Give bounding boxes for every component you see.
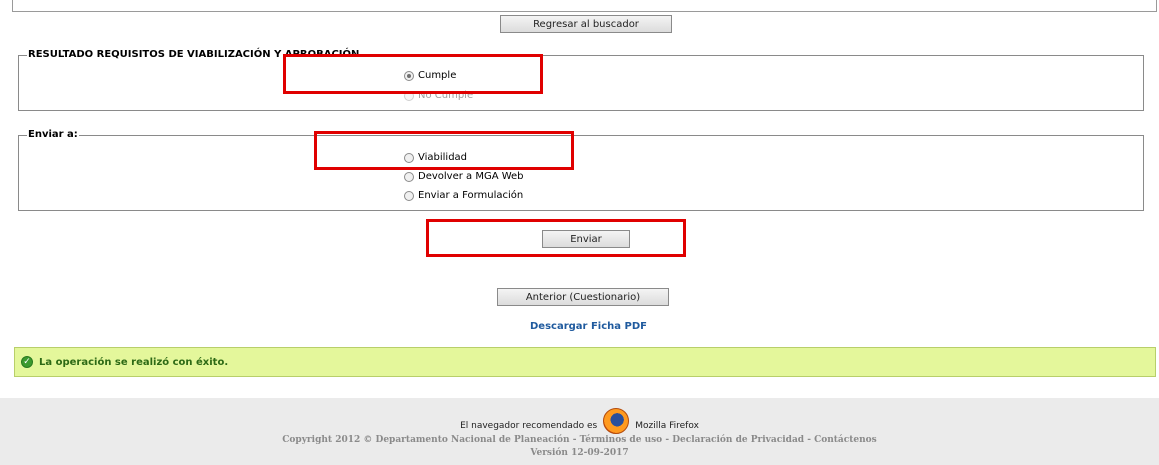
radio-option-enviar-formulacion[interactable]: Enviar a Formulación <box>404 190 523 201</box>
radio-label: Viabilidad <box>418 152 468 163</box>
browser-text: El navegador recomendado es <box>460 421 598 431</box>
previous-questionnaire-button[interactable]: Anterior (Cuestionario) <box>497 288 669 306</box>
radio-option-cumple[interactable]: Cumple <box>404 70 456 81</box>
browser-recommendation: El navegador recomendado es Mozilla Fire… <box>0 408 1159 434</box>
back-to-search-button[interactable]: Regresar al buscador <box>500 15 672 33</box>
radio-icon[interactable] <box>404 190 414 201</box>
radio-icon[interactable] <box>404 171 414 182</box>
radio-option-no-cumple: No Cumple <box>404 90 473 101</box>
success-banner: ✓ La operación se realizó con éxito. <box>14 347 1156 377</box>
success-message: La operación se realizó con éxito. <box>39 356 229 368</box>
top-panel-edge <box>12 0 1157 12</box>
radio-option-devolver-mga[interactable]: Devolver a MGA Web <box>404 171 524 182</box>
radio-label: No Cumple <box>418 90 474 101</box>
result-requirements-fieldset: RESULTADO REQUISITOS DE VIABILIZACIÓN Y … <box>18 49 1144 111</box>
copyright-text: Copyright 2012 © Departamento Nacional d… <box>282 435 877 445</box>
radio-icon <box>404 90 414 101</box>
download-pdf-link[interactable]: Descargar Ficha PDF <box>530 321 647 332</box>
check-circle-icon: ✓ <box>21 356 33 368</box>
version-text: Versión 12-09-2017 <box>530 448 629 458</box>
radio-icon[interactable] <box>404 70 414 81</box>
result-requirements-legend: RESULTADO REQUISITOS DE VIABILIZACIÓN Y … <box>27 49 361 60</box>
radio-label: Cumple <box>418 70 457 81</box>
send-to-legend: Enviar a: <box>27 129 79 140</box>
radio-icon[interactable] <box>404 152 414 163</box>
radio-label: Devolver a MGA Web <box>418 171 524 182</box>
send-to-fieldset: Enviar a: <box>18 129 1144 211</box>
send-button[interactable]: Enviar <box>542 230 630 248</box>
footer: El navegador recomendado es Mozilla Fire… <box>0 398 1159 465</box>
radio-label: Enviar a Formulación <box>418 190 524 201</box>
firefox-logo-icon <box>603 408 630 434</box>
browser-name: Mozilla Firefox <box>635 421 699 431</box>
radio-option-viabilidad[interactable]: Viabilidad <box>404 152 467 163</box>
